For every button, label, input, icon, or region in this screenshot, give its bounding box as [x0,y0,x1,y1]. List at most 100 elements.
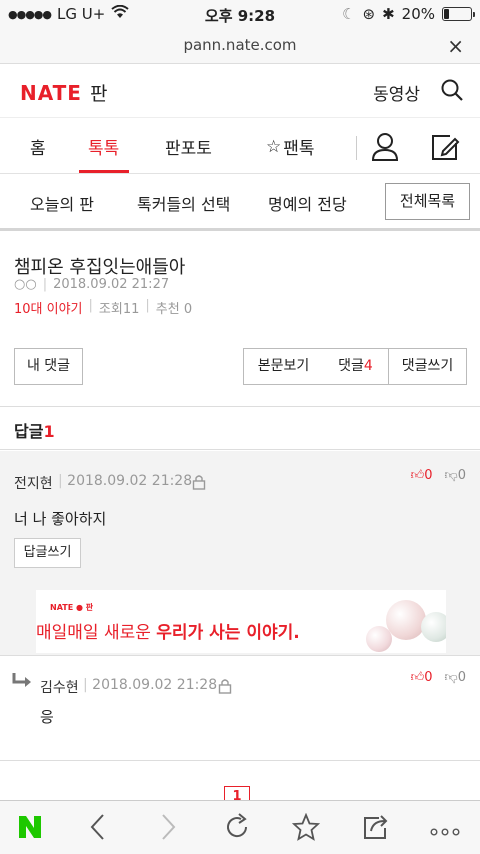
lock-icon [218,678,232,698]
divider: | [145,298,150,313]
status-bar: ●●●●● LG U+ 오후 9:28 ☾ ⊛ ✱ 20% [0,0,480,28]
comment-date-text: 2018.09.02 21:28 [67,473,193,489]
main-tabs: 홈 톡톡 판포토 ☆ 팬톡 [0,118,480,174]
bookmark-star-icon[interactable] [291,812,321,845]
thumbs-down-icon: 👎︎ [444,670,458,685]
like-count: 0 [424,670,433,685]
pearl-decoration [386,600,426,640]
thumbs-down-button[interactable]: 👎︎0 [445,670,466,685]
comment-date-text: 2018.09.02 21:28 [92,677,218,693]
banner-text-bold: 우리가 사는 이야기. [156,623,300,643]
divider: | [42,277,48,292]
banner-text: 매일매일 새로운 우리가 사는 이야기. [36,618,300,643]
tab-panpoto[interactable]: 판포토 [165,134,212,159]
nav-today[interactable]: 오늘의 판 [30,191,94,215]
post-author: ○○ [14,277,37,292]
rotation-lock-icon: ⊛ [362,5,376,23]
view-body-button[interactable]: 본문보기 [243,348,324,385]
naver-icon[interactable] [17,814,43,844]
sub-nav: 오늘의 판 톡커들의 선택 명예의 전당 전체목록 [0,175,480,231]
post-title: 챔피온 후집잇는애들아 [14,257,186,278]
like-count: 0 [424,468,433,483]
share-icon[interactable] [361,813,389,845]
thumbs-down-icon: 👎︎ [444,468,458,483]
reply-button[interactable]: 답글쓰기 [14,538,81,568]
video-link[interactable]: 동영상 [373,80,420,105]
logo-nate: NATE [20,81,82,105]
more-icon[interactable] [430,821,460,840]
moon-icon: ☾ [342,5,356,23]
refresh-icon[interactable] [223,813,251,845]
thumbs-up-icon: 👍︎ [410,670,425,685]
forward-icon[interactable] [160,813,178,845]
write-icon[interactable] [430,132,460,166]
banner-text-normal: 매일매일 새로운 [36,623,157,643]
star-icon: ☆ [266,136,282,157]
thumbs-up-button[interactable]: 👍︎0 [411,670,433,685]
banner-brand: NATE ● 판 [50,603,94,612]
divider: | [88,298,93,313]
bluetooth-icon: ✱ [382,5,395,23]
all-list-button[interactable]: 전체목록 [385,183,470,220]
replies-title: 답글 [14,422,44,441]
site-header: NATE 판 동영상 [0,64,480,118]
battery-percent: 20% [401,5,435,23]
comments-count: 4 [363,358,373,374]
pearl-decoration [421,612,446,642]
recommend-count: 0 [183,302,193,317]
post-date: 2018.09.02 21:27 [53,277,170,292]
logo-pann: 판 [89,83,108,105]
views-stat: 조회11 [99,298,139,317]
my-comments-button[interactable]: 내 댓글 [14,348,83,385]
replies-label: 답글1 [14,418,55,442]
comment-text: 응 [40,708,54,726]
write-comment-button[interactable]: 댓글쓰기 [388,348,467,385]
thumbs-up-icon: 👍︎ [410,468,425,483]
comment-date: | 2018.09.02 21:28 [83,677,218,693]
nate-pann-logo[interactable]: NATE 판 [20,79,107,106]
replies-count: 1 [43,422,55,441]
comment-votes: 👍︎0 👎︎0 [411,670,466,685]
recommend-stat: 추천 0 [156,298,192,317]
post-category[interactable]: 10대 이야기 [14,298,83,317]
tab-toktok[interactable]: 톡톡 [88,134,119,159]
search-icon[interactable] [440,78,464,106]
tab-pantok[interactable]: ☆ 팬톡 [266,134,315,160]
browser-toolbar [0,800,480,854]
comment-author: 김수현 [40,680,79,696]
close-icon[interactable]: × [447,34,464,58]
views-count: 11 [122,302,140,317]
replies-header: 답글1 [0,406,480,450]
back-icon[interactable] [88,813,106,845]
nav-talker-choice[interactable]: 톡커들의 선택 [137,191,230,215]
url-text[interactable]: pann.nate.com [0,36,480,54]
comment-item: 전지현 | 2018.09.02 21:28 👍︎0 👎︎0 너 나 좋아하지 … [0,451,480,589]
nate-pann-banner[interactable]: NATE ● 판 매일매일 새로운 우리가 사는 이야기. [36,590,446,653]
views-label: 조회 [98,302,123,317]
post-stats: 10대 이야기 | 조회11 | 추천 0 [14,298,192,317]
thumbs-up-button[interactable]: 👍︎0 [411,468,433,483]
active-tab-indicator [79,170,129,173]
thumbs-down-button[interactable]: 👎︎0 [445,468,466,483]
pearl-decoration [366,626,392,652]
tab-pantok-label: 팬톡 [283,139,315,159]
divider [0,760,480,761]
dislike-count: 0 [457,468,466,483]
tab-divider [356,136,357,160]
nav-hall-of-fame[interactable]: 명예의 전당 [268,191,347,215]
lock-icon [192,474,206,494]
dislike-count: 0 [457,670,466,685]
comment-votes: 👍︎0 👎︎0 [411,468,466,483]
recommend-label: 추천 [155,302,180,317]
battery-icon [442,7,475,21]
user-icon[interactable] [371,132,399,166]
post-meta: ○○ | 2018.09.02 21:27 [14,277,169,292]
comment-text: 너 나 좋아하지 [14,510,107,528]
comments-button[interactable]: 댓글4 [323,348,389,385]
address-bar[interactable]: pann.nate.com × [0,28,480,64]
reply-arrow-icon [12,672,32,692]
tab-home[interactable]: 홈 [30,134,46,159]
comments-label: 댓글 [338,358,364,374]
comment-date: | 2018.09.02 21:28 [58,473,193,489]
comment-item: 김수현 | 2018.09.02 21:28 👍︎0 👎︎0 응 [0,656,480,760]
